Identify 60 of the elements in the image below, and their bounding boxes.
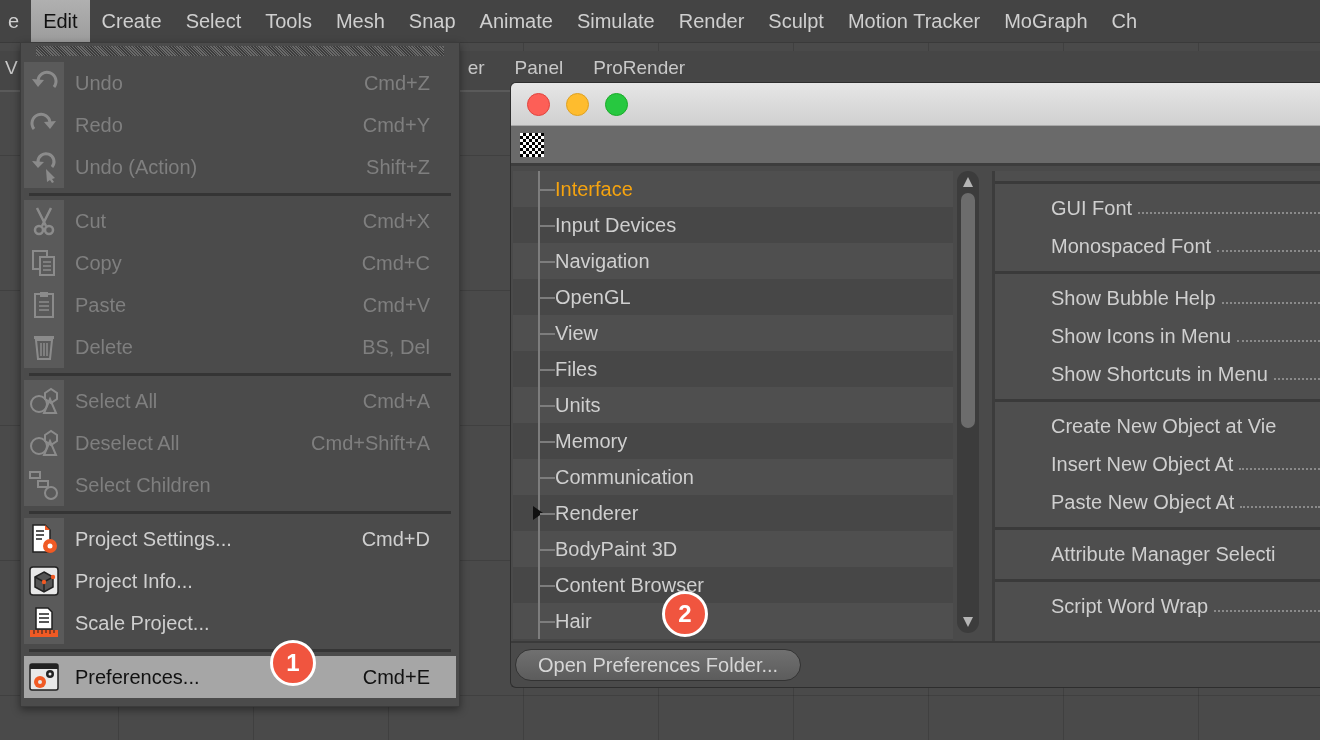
- scroll-up-button[interactable]: [961, 175, 975, 189]
- menu-bar-item[interactable]: Motion Tracker: [835, 0, 993, 42]
- tree-item[interactable]: Memory: [513, 423, 953, 459]
- checker-icon[interactable]: [520, 132, 544, 157]
- menu-bar-item[interactable]: Create: [89, 0, 174, 42]
- menu-item[interactable]: Project Info...: [24, 560, 456, 602]
- hierarchy-icon: [28, 469, 60, 501]
- shapes-icon: [28, 385, 60, 417]
- tree-item[interactable]: Units: [513, 387, 953, 423]
- setting-label: Show Bubble Help: [1051, 286, 1216, 310]
- setting-label: Attribute Manager Selecti: [1051, 542, 1276, 566]
- toolbar-menu-item[interactable]: V: [5, 51, 18, 79]
- tree-item[interactable]: Interface: [513, 171, 953, 207]
- tree-item[interactable]: Files: [513, 351, 953, 387]
- setting-label: Monospaced Font: [1051, 234, 1212, 258]
- shapes-icon: [28, 427, 60, 459]
- tree-item[interactable]: View: [513, 315, 953, 351]
- menu-bar-item[interactable]: Render: [666, 0, 757, 42]
- setting-label: Paste New Object At: [1051, 490, 1235, 514]
- tree-item[interactable]: Navigation: [513, 243, 953, 279]
- setting-label: Script Word Wrap: [1051, 594, 1209, 618]
- cube-icon: [28, 565, 60, 597]
- tear-off-grip[interactable]: [36, 46, 444, 56]
- setting-label: Show Icons in Menu: [1051, 324, 1232, 348]
- toolbar-menu-item[interactable]: er: [467, 51, 485, 79]
- menu-bar-item[interactable]: Sculpt: [756, 0, 836, 42]
- menu-bar-item[interactable]: Tools: [253, 0, 324, 42]
- menu-bar-item[interactable]: e: [0, 0, 32, 42]
- toolbar-menu-item[interactable]: ProRender: [593, 51, 686, 79]
- open-folder-button[interactable]: Open Preferences Folder...: [515, 649, 802, 681]
- zoom-button[interactable]: [605, 92, 628, 116]
- close-button[interactable]: [527, 92, 550, 116]
- menu-bar-item[interactable]: Mesh: [323, 0, 397, 42]
- menu-bar-item[interactable]: Edit: [31, 0, 90, 42]
- toolbar-menu-item[interactable]: Panel: [514, 51, 564, 79]
- tree-item[interactable]: Communication: [513, 459, 953, 495]
- menu-bar-item[interactable]: Animate: [467, 0, 565, 42]
- setting-label: Insert New Object At: [1051, 452, 1234, 476]
- tree-item[interactable]: Renderer: [513, 495, 953, 531]
- window-gears-icon: [28, 661, 60, 693]
- menu-bar-item[interactable]: Ch: [1099, 0, 1150, 42]
- setting-label: GUI Font: [1051, 196, 1133, 220]
- scrollbar-thumb[interactable]: [961, 193, 975, 428]
- setting-label: Create New Object at Vie: [1051, 414, 1277, 438]
- setting-label: Show Shortcuts in Menu: [1051, 362, 1268, 386]
- tree-item[interactable]: OpenGL: [513, 279, 953, 315]
- tree-item[interactable]: Input Devices: [513, 207, 953, 243]
- expand-arrow-icon[interactable]: [533, 506, 543, 520]
- shortcut-label: Cmd+E: [362, 665, 430, 689]
- menu-bar-item[interactable]: Select: [173, 0, 254, 42]
- menu-bar-item[interactable]: Simulate: [564, 0, 667, 42]
- shortcut-label: Cmd+D: [361, 527, 430, 551]
- scrollbar-track[interactable]: [957, 171, 979, 633]
- scroll-down-button[interactable]: [961, 615, 975, 629]
- minimize-button[interactable]: [566, 92, 589, 116]
- tree-item[interactable]: BodyPaint 3D: [513, 531, 953, 567]
- document-ruler-icon: [28, 607, 60, 639]
- menu-bar-item[interactable]: Snap: [396, 0, 468, 42]
- menu-bar-item[interactable]: MoGraph: [992, 0, 1100, 42]
- menu-item[interactable]: Project Settings... Cmd+D: [24, 518, 456, 560]
